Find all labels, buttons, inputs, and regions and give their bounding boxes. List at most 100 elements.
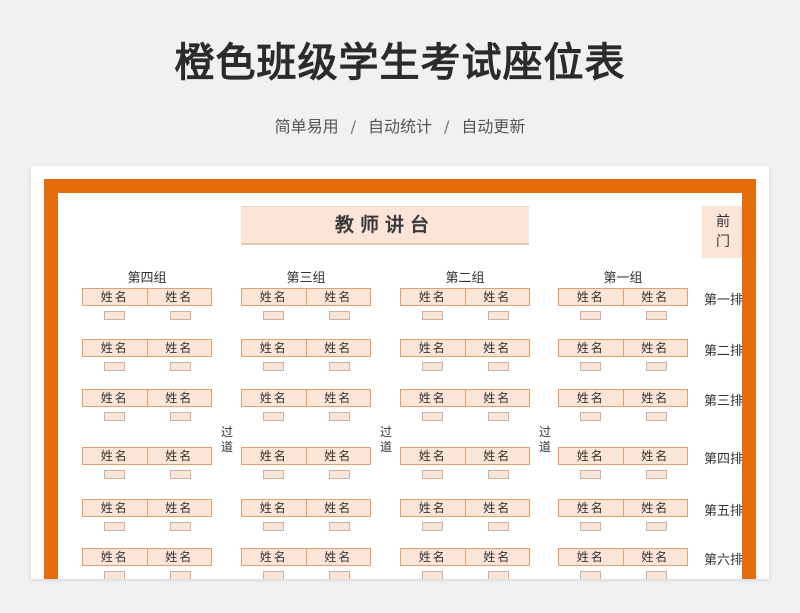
desk-pair: 姓名 姓名: [82, 548, 212, 566]
seat-number-cell[interactable]: [488, 522, 509, 531]
seat-number-cell[interactable]: [170, 362, 191, 371]
seat-name-cell[interactable]: 姓名: [622, 448, 687, 464]
seat-number-cell[interactable]: [104, 522, 125, 531]
seat-name-cell[interactable]: 姓名: [305, 289, 370, 305]
seat-name-cell[interactable]: 姓名: [242, 390, 306, 406]
seat-number-cell[interactable]: [104, 571, 125, 579]
seat-name-cell[interactable]: 姓名: [83, 390, 147, 406]
desk-pair: 姓名 姓名: [558, 447, 688, 465]
seat-number-cell[interactable]: [488, 571, 509, 579]
seat-number-cell[interactable]: [104, 412, 125, 421]
seat-number-cell[interactable]: [580, 362, 601, 371]
seat-name-cell[interactable]: 姓名: [559, 340, 623, 356]
seat-number-cell[interactable]: [646, 362, 667, 371]
seat-number-cell[interactable]: [646, 470, 667, 479]
seat-name-cell[interactable]: 姓名: [83, 340, 147, 356]
seat-name-cell[interactable]: 姓名: [242, 549, 306, 565]
group-label-1: 第一组: [603, 271, 643, 286]
seat-name-cell[interactable]: 姓名: [622, 289, 687, 305]
seat-name-cell[interactable]: 姓名: [242, 500, 306, 516]
seat-name-cell[interactable]: 姓名: [305, 549, 370, 565]
seat-name-cell[interactable]: 姓名: [559, 500, 623, 516]
seat-name-cell[interactable]: 姓名: [401, 289, 465, 305]
seat-name-cell[interactable]: 姓名: [622, 549, 687, 565]
seat-name-cell[interactable]: 姓名: [83, 289, 147, 305]
seat-name-cell[interactable]: 姓名: [401, 390, 465, 406]
seat-number-cell[interactable]: [263, 571, 284, 579]
seat-number-cell[interactable]: [263, 311, 284, 320]
seat-name-cell[interactable]: 姓名: [305, 340, 370, 356]
seat-number-cell[interactable]: [170, 522, 191, 531]
seat-number-cell[interactable]: [329, 470, 350, 479]
seat-number-cell[interactable]: [580, 571, 601, 579]
seat-number-cell[interactable]: [488, 311, 509, 320]
seat-number-cell[interactable]: [580, 412, 601, 421]
seat-name-cell[interactable]: 姓名: [559, 448, 623, 464]
seat-name-cell[interactable]: 姓名: [464, 340, 529, 356]
seating-sheet: 教师讲台 前门 第四组 第三组 第二组 第一组 过道 过道 过道 姓名 姓名 姓名姓…: [44, 179, 756, 579]
seat-number-cell[interactable]: [488, 412, 509, 421]
seat-number-cell[interactable]: [422, 522, 443, 531]
seat-name-cell[interactable]: 姓名: [146, 340, 211, 356]
seat-name-cell[interactable]: 姓名: [622, 390, 687, 406]
seat-name-cell[interactable]: 姓名: [146, 448, 211, 464]
seat-name-cell[interactable]: 姓名: [401, 500, 465, 516]
seat-name-cell[interactable]: 姓名: [464, 390, 529, 406]
seat-number-cell[interactable]: [329, 311, 350, 320]
seat-name-cell[interactable]: 姓名: [242, 448, 306, 464]
seat-name-cell[interactable]: 姓名: [305, 448, 370, 464]
seat-number-cell[interactable]: [170, 412, 191, 421]
seat-number-cell[interactable]: [422, 571, 443, 579]
seat-number-cell[interactable]: [263, 412, 284, 421]
seat-name-cell[interactable]: 姓名: [464, 500, 529, 516]
seat-number-cell[interactable]: [580, 470, 601, 479]
seat-number-cell[interactable]: [422, 311, 443, 320]
seat-name-cell[interactable]: 姓名: [559, 549, 623, 565]
seat-number-cell[interactable]: [580, 522, 601, 531]
seat-name-cell[interactable]: 姓名: [464, 549, 529, 565]
seat-number-cell[interactable]: [263, 522, 284, 531]
seat-name-cell[interactable]: 姓名: [146, 500, 211, 516]
seat-number-cell[interactable]: [646, 522, 667, 531]
seat-name-cell[interactable]: 姓名: [401, 448, 465, 464]
seat-name-cell[interactable]: 姓名: [559, 390, 623, 406]
seat-number-cell[interactable]: [329, 522, 350, 531]
seat-name-cell[interactable]: 姓名: [242, 289, 306, 305]
seat-name-cell[interactable]: 姓名: [401, 340, 465, 356]
seat-number-cell[interactable]: [580, 311, 601, 320]
seat-name-cell[interactable]: 姓名: [464, 289, 529, 305]
seat-name-cell[interactable]: 姓名: [401, 549, 465, 565]
seat-number-cell[interactable]: [422, 362, 443, 371]
seat-number-cell[interactable]: [646, 412, 667, 421]
seat-number-cell[interactable]: [488, 362, 509, 371]
seat-name-cell[interactable]: 姓名: [622, 340, 687, 356]
seat-number-cell[interactable]: [329, 571, 350, 579]
seat-number-cell[interactable]: [422, 412, 443, 421]
seat-name-cell[interactable]: 姓名: [464, 448, 529, 464]
seat-number-cell[interactable]: [170, 311, 191, 320]
seat-name-cell[interactable]: 姓名: [83, 549, 147, 565]
seat-name-cell[interactable]: 姓名: [146, 549, 211, 565]
seat-name-cell[interactable]: 姓名: [305, 390, 370, 406]
seat-number-cell[interactable]: [646, 571, 667, 579]
seat-number-cell[interactable]: [104, 362, 125, 371]
seat-name-cell[interactable]: 姓名: [146, 390, 211, 406]
seat-number-cell[interactable]: [170, 571, 191, 579]
seat-name-cell[interactable]: 姓名: [83, 448, 147, 464]
seat-number-cell[interactable]: [263, 362, 284, 371]
seat-number-cell[interactable]: [104, 470, 125, 479]
seat-name-cell[interactable]: 姓名: [622, 500, 687, 516]
seat-number-cell[interactable]: [488, 470, 509, 479]
seat-number-cell[interactable]: [329, 362, 350, 371]
seat-number-cell[interactable]: [329, 412, 350, 421]
seat-name-cell[interactable]: 姓名: [242, 340, 306, 356]
seat-name-cell[interactable]: 姓名: [305, 500, 370, 516]
seat-name-cell[interactable]: 姓名: [559, 289, 623, 305]
seat-number-cell[interactable]: [170, 470, 191, 479]
seat-name-cell[interactable]: 姓名: [146, 289, 211, 305]
seat-number-cell[interactable]: [422, 470, 443, 479]
seat-number-cell[interactable]: [263, 470, 284, 479]
seat-number-cell[interactable]: [646, 311, 667, 320]
seat-number-cell[interactable]: [104, 311, 125, 320]
seat-name-cell[interactable]: 姓名: [83, 500, 147, 516]
